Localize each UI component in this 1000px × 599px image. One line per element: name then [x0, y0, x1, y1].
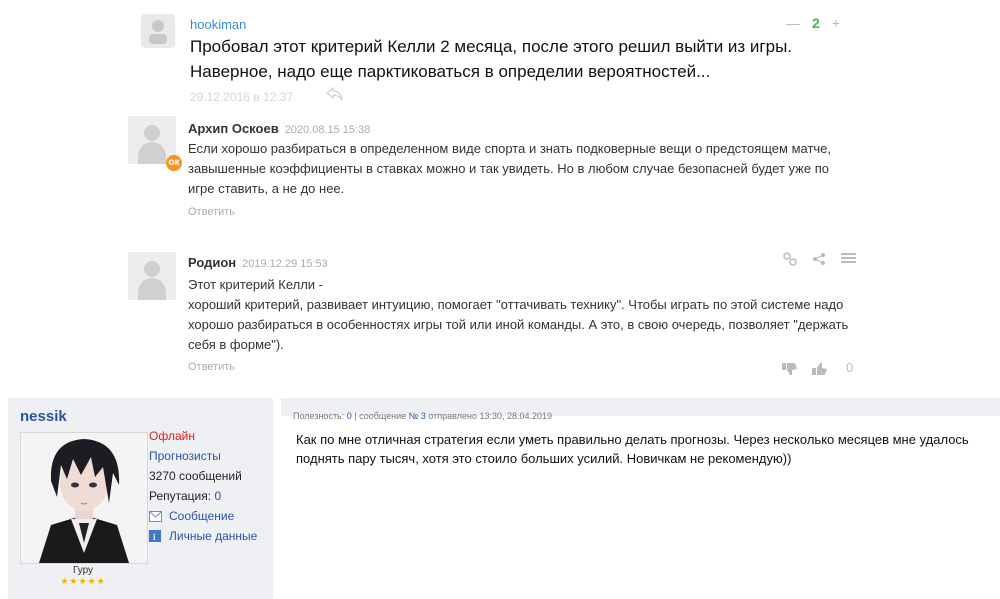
meta-useful-label: Полезность: — [293, 411, 347, 421]
info-icon: i — [149, 530, 161, 542]
reply-button[interactable]: Ответить — [188, 206, 235, 218]
vote-up-button[interactable]: + — [832, 15, 840, 31]
send-message-label: Сообщение — [169, 509, 235, 523]
comment-date: 29.12.2016 в 12:37 — [190, 90, 294, 104]
user-group[interactable]: Прогнозисты — [149, 449, 221, 463]
personal-data-link[interactable]: i Личные данные — [149, 529, 257, 543]
user-placeholder-icon — [149, 20, 167, 44]
comment-text: хороший критерий, развивает интуицию, по… — [188, 297, 849, 352]
user-nick[interactable]: nessik — [20, 408, 67, 425]
dislike-icon[interactable] — [782, 362, 798, 380]
vote-down-button[interactable]: — — [786, 15, 800, 31]
comment-text-line: Этот критерий Келли - — [188, 277, 323, 292]
link-icon[interactable] — [783, 252, 797, 270]
meta-message-number[interactable]: № 3 — [409, 411, 426, 421]
user-message-count: 3270 сообщений — [149, 469, 242, 483]
like-count: 0 — [846, 360, 854, 375]
comment-author[interactable]: Архип Оскоев — [188, 121, 279, 136]
personal-data-label: Личные данные — [169, 529, 258, 543]
vote-control: — 2 + — [786, 15, 840, 31]
ok-social-icon: ок — [166, 155, 182, 171]
reputation-label: Репутация: — [149, 489, 215, 503]
comment-text: Если хорошо разбираться в определенном в… — [188, 141, 832, 196]
user-reputation: Репутация: 0 — [149, 489, 221, 503]
share-icon[interactable] — [812, 252, 826, 270]
avatar[interactable] — [141, 14, 175, 48]
reputation-value[interactable]: 0 — [214, 489, 221, 503]
forum-post: nessik Гуру ★★★★★ Офлайн Прогнозисты 327… — [8, 398, 1000, 599]
comment-date: 2020.08.15 15:38 — [284, 124, 371, 136]
user-avatar-image — [20, 432, 148, 564]
meta-message-label: | сообщение — [351, 411, 409, 421]
like-icon[interactable] — [812, 362, 828, 380]
user-status: Офлайн — [149, 429, 195, 443]
avatar[interactable] — [128, 252, 176, 300]
post-meta: Полезность: 0 | сообщение № 3 отправлено… — [293, 411, 552, 421]
comment-author[interactable]: hookiman — [190, 17, 246, 32]
send-message-link[interactable]: Сообщение — [149, 509, 234, 523]
user-rank: Гуру — [72, 565, 94, 576]
reply-icon[interactable] — [325, 86, 344, 105]
comment-author[interactable]: Родион — [188, 255, 236, 270]
comment-date: 2019.12.29 15:53 — [242, 258, 328, 270]
reply-button[interactable]: Ответить — [188, 361, 235, 373]
meta-sent-time: отправлено 13:30, 28.04.2019 — [425, 411, 553, 421]
post-text: Как по мне отличная стратегия если уметь… — [296, 432, 969, 466]
rank-stars: ★★★★★ — [60, 576, 106, 586]
envelope-icon — [149, 511, 162, 523]
comment-text: Пробовал этот критерий Келли 2 месяца, п… — [190, 37, 793, 81]
vote-score: 2 — [812, 15, 820, 31]
menu-icon[interactable] — [841, 251, 856, 269]
